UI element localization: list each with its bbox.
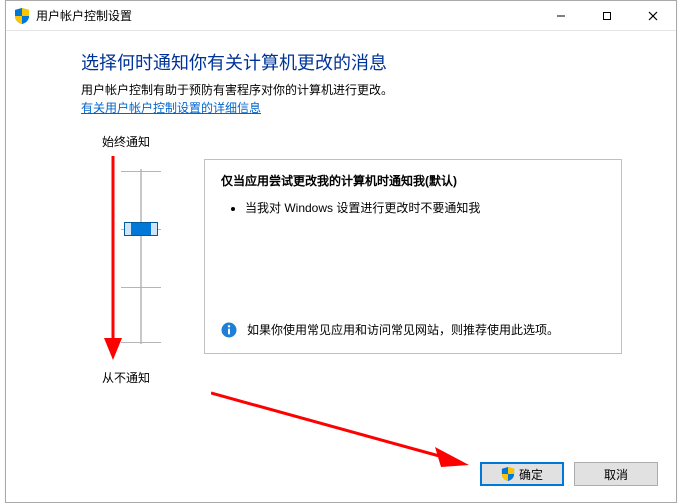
ok-button-label: 确定 — [519, 466, 543, 483]
info-row: 如果你使用常见应用和访问常见网站，则推荐使用此选项。 — [221, 321, 605, 339]
shield-icon — [14, 8, 30, 24]
info-icon — [221, 322, 237, 338]
cancel-button-label: 取消 — [604, 466, 628, 483]
panel-title: 仅当应用尝试更改我的计算机时通知我(默认) — [221, 172, 605, 189]
more-info-link[interactable]: 有关用户帐户控制设置的详细信息 — [81, 99, 261, 116]
uac-slider[interactable] — [116, 159, 166, 354]
shield-icon — [501, 467, 515, 481]
titlebar[interactable]: 用户帐户控制设置 — [6, 1, 676, 31]
slider-tick — [121, 171, 161, 172]
window-title: 用户帐户控制设置 — [36, 7, 538, 24]
slider-thumb[interactable] — [124, 222, 158, 236]
window-controls — [538, 1, 676, 30]
slider-bottom-label: 从不通知 — [102, 369, 150, 386]
page-heading: 选择何时通知你有关计算机更改的消息 — [81, 49, 387, 75]
button-bar: 确定 取消 — [480, 462, 658, 486]
close-button[interactable] — [630, 1, 676, 30]
uac-settings-window: 用户帐户控制设置 选择何时通知你有关计算机更改的消息 用户帐户控制有助于预防有害… — [5, 0, 677, 503]
page-subtext: 用户帐户控制有助于预防有害程序对你的计算机进行更改。 — [81, 81, 393, 98]
minimize-button[interactable] — [538, 1, 584, 30]
ok-button[interactable]: 确定 — [480, 462, 564, 486]
cancel-button[interactable]: 取消 — [574, 462, 658, 486]
description-panel: 仅当应用尝试更改我的计算机时通知我(默认) 当我对 Windows 设置进行更改… — [204, 159, 622, 354]
slider-tick — [121, 342, 161, 343]
info-text: 如果你使用常见应用和访问常见网站，则推荐使用此选项。 — [247, 321, 559, 339]
panel-bullet: 当我对 Windows 设置进行更改时不要通知我 — [245, 199, 605, 218]
annotation-arrow-icon — [211, 389, 471, 469]
slider-top-label: 始终通知 — [102, 133, 150, 150]
slider-track — [140, 169, 142, 344]
slider-tick — [121, 287, 161, 288]
maximize-button[interactable] — [584, 1, 630, 30]
